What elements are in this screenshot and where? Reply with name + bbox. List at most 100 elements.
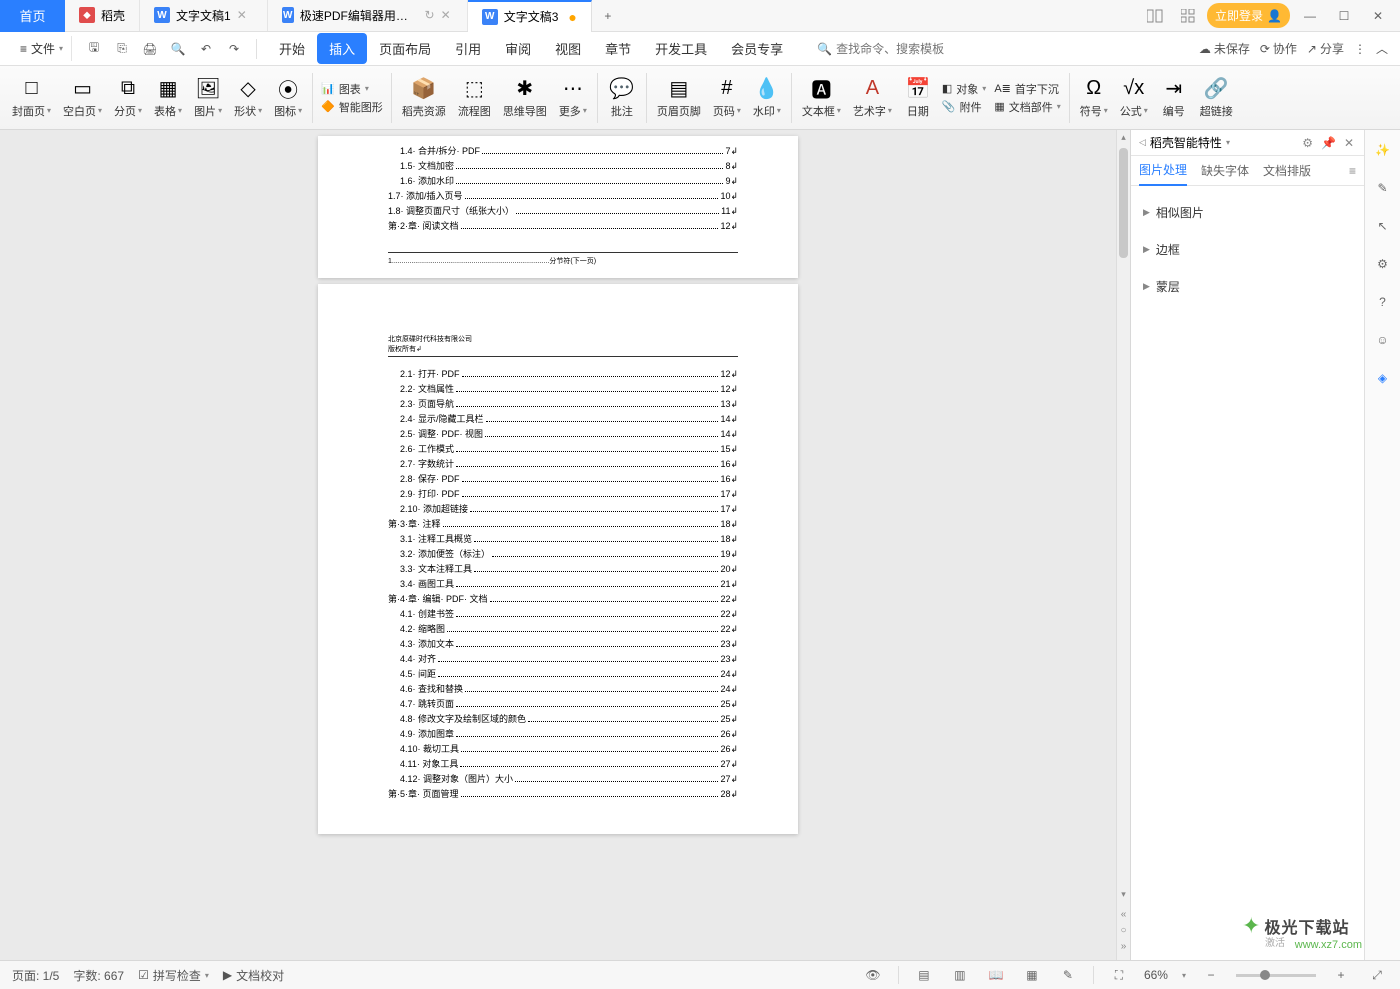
more-button[interactable]: ⋯更多▾: [553, 68, 593, 128]
collapse-ribbon[interactable]: ︿: [1376, 40, 1388, 57]
proofread-button[interactable]: ▶ 文档校对: [223, 967, 284, 984]
apps-icon[interactable]: [1175, 5, 1201, 27]
pagenum-button[interactable]: #页码▾: [707, 68, 747, 128]
document-tab[interactable]: W文字文稿1✕: [140, 0, 268, 31]
face-icon[interactable]: ☺: [1371, 328, 1395, 352]
ribbon-分页[interactable]: ⧉分页▾: [108, 68, 148, 128]
symbol-button[interactable]: Ω符号▾: [1074, 68, 1114, 128]
document-tab[interactable]: W极速PDF编辑器用户手册3.0↻✕: [268, 0, 468, 31]
watermark-button[interactable]: 💧水印▾: [747, 68, 787, 128]
more-menu[interactable]: ⋮: [1354, 42, 1366, 56]
menu-tab[interactable]: 页面布局: [367, 33, 443, 64]
wordart-button[interactable]: A艺术字▾: [847, 68, 898, 128]
ribbon-空白页[interactable]: ▭空白页▾: [57, 68, 108, 128]
smartart-button[interactable]: 🔶 智能图形: [321, 99, 383, 115]
menu-tab[interactable]: 章节: [593, 33, 643, 64]
ribbon-图片[interactable]: 🖼图片▾: [188, 68, 228, 128]
scroll-down-icon[interactable]: ▾: [1117, 889, 1130, 900]
pin-icon[interactable]: 📌: [1319, 134, 1338, 152]
tab-close-icon[interactable]: ✕: [441, 8, 453, 22]
zoom-level[interactable]: 66%: [1144, 968, 1168, 982]
back-icon[interactable]: ◁: [1139, 137, 1146, 148]
word-count[interactable]: 字数: 667: [73, 967, 124, 984]
view-read-icon[interactable]: 📖: [985, 964, 1007, 986]
refresh-icon[interactable]: ↻: [425, 8, 435, 22]
sparkle-icon[interactable]: ✨: [1371, 138, 1395, 162]
ribbon-表格[interactable]: ▦表格▾: [148, 68, 188, 128]
taskpane-tab[interactable]: 文档排版: [1263, 156, 1311, 185]
zoom-in[interactable]: +: [1330, 964, 1352, 986]
locate-icon[interactable]: ○: [1117, 925, 1130, 936]
maximize-button[interactable]: ☐: [1330, 9, 1358, 23]
tab-add[interactable]: +: [592, 9, 624, 23]
smart-icon[interactable]: ◈: [1371, 366, 1395, 390]
ribbon-封面页[interactable]: □封面页▾: [6, 68, 57, 128]
ribbon-形状[interactable]: ◇形状▾: [228, 68, 268, 128]
attach-button[interactable]: 📎 附件: [942, 99, 986, 115]
redo-icon[interactable]: ↷: [222, 37, 246, 61]
menu-tab[interactable]: 会员专享: [719, 33, 795, 64]
taskpane-item[interactable]: ▶相似图片: [1139, 194, 1356, 231]
settings-sliders-icon[interactable]: ⚙: [1371, 252, 1395, 276]
help-icon[interactable]: ?: [1371, 290, 1395, 314]
view-web-icon[interactable]: ▦: [1021, 964, 1043, 986]
taskpane-tab[interactable]: 图片处理: [1139, 155, 1187, 186]
prev-page-icon[interactable]: «: [1117, 909, 1130, 920]
view-switch-icon[interactable]: [1141, 5, 1169, 27]
cursor-icon[interactable]: ↖: [1371, 214, 1395, 238]
settings-icon[interactable]: ⚙: [1300, 134, 1315, 152]
number-button[interactable]: ⇥编号: [1154, 68, 1194, 128]
expand-icon[interactable]: ⤢: [1366, 964, 1388, 986]
pen-icon[interactable]: ✎: [1371, 176, 1395, 200]
hyperlink-button[interactable]: 🔗超链接: [1194, 68, 1239, 128]
taskpane-tab[interactable]: 缺失字体: [1201, 156, 1249, 185]
mindmap-button[interactable]: ✱思维导图: [497, 68, 553, 128]
scroll-up-icon[interactable]: ▴: [1117, 132, 1130, 143]
menu-tab[interactable]: 引用: [443, 33, 493, 64]
spellcheck-toggle[interactable]: ☑ 拼写检查 ▾: [138, 967, 209, 984]
tab-home[interactable]: 首页: [0, 0, 65, 32]
object-button[interactable]: ◧ 对象 ▾: [942, 81, 986, 97]
menu-tab[interactable]: 开始: [267, 33, 317, 64]
scrollbar-thumb[interactable]: [1119, 148, 1128, 258]
comment-button[interactable]: 💬批注: [602, 68, 642, 128]
taskpane-item[interactable]: ▶蒙层: [1139, 268, 1356, 305]
ribbon-图标[interactable]: ⦿图标▾: [268, 68, 308, 128]
assets-button[interactable]: 📦稻壳资源: [396, 68, 452, 128]
login-button[interactable]: 立即登录👤: [1207, 3, 1290, 28]
share-button[interactable]: ↗分享: [1307, 40, 1344, 57]
view-outline-icon[interactable]: ▥: [949, 964, 971, 986]
close-pane-icon[interactable]: ✕: [1342, 134, 1356, 152]
dropcap-button[interactable]: A≣ 首字下沉: [994, 81, 1060, 97]
document-tab[interactable]: W文字文稿3●: [468, 0, 592, 32]
chart-button[interactable]: 📊 图表 ▾: [321, 81, 383, 97]
file-menu[interactable]: ≡文件▾: [12, 36, 72, 61]
document-area[interactable]: 1.4· 合并/拆分· PDF7↲1.5· 文档加密8↲1.6· 添加水印9↲1…: [0, 130, 1116, 960]
output-icon[interactable]: ⎘: [110, 37, 134, 61]
menu-tab[interactable]: 开发工具: [643, 33, 719, 64]
tab-close-icon[interactable]: ✕: [237, 8, 253, 22]
header-footer-button[interactable]: ▤页眉页脚: [651, 68, 707, 128]
menu-tab[interactable]: 审阅: [493, 33, 543, 64]
flowchart-button[interactable]: ⬚流程图: [452, 68, 497, 128]
zoom-out[interactable]: −: [1200, 964, 1222, 986]
next-page-icon[interactable]: »: [1117, 941, 1130, 952]
command-search-input[interactable]: [836, 42, 956, 56]
date-button[interactable]: 📅日期: [898, 68, 938, 128]
zoom-slider[interactable]: [1236, 974, 1316, 977]
formula-button[interactable]: √x公式▾: [1114, 68, 1154, 128]
menu-tab[interactable]: 视图: [543, 33, 593, 64]
undo-icon[interactable]: ↶: [194, 37, 218, 61]
menu-tab[interactable]: 插入: [317, 33, 367, 64]
eye-icon[interactable]: 👁: [862, 964, 884, 986]
preview-icon[interactable]: 🔍: [166, 37, 190, 61]
taskpane-menu-icon[interactable]: ≡: [1349, 164, 1356, 178]
page-indicator[interactable]: 页面: 1/5: [12, 967, 59, 984]
coop-button[interactable]: ⟳协作: [1260, 40, 1297, 57]
textbox-button[interactable]: 🅰文本框▾: [796, 68, 847, 128]
print-icon[interactable]: 🖨: [138, 37, 162, 61]
minimize-button[interactable]: —: [1296, 9, 1324, 23]
view-page-icon[interactable]: ▤: [913, 964, 935, 986]
save-icon[interactable]: 🖫: [82, 37, 106, 61]
document-tab[interactable]: ⬥稻壳: [65, 0, 140, 31]
